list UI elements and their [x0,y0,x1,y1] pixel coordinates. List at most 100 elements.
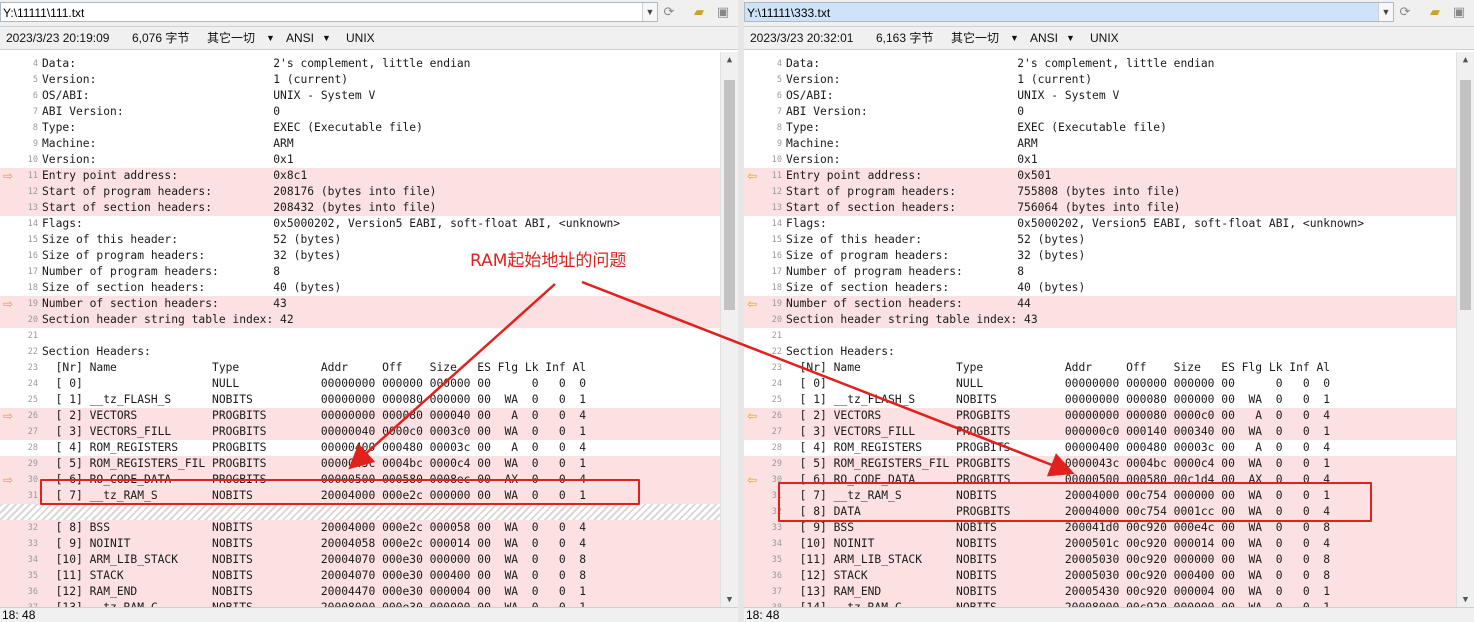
line-text: Number of section headers: 43 [42,297,287,310]
line-text: [11] ARM_LIB_STACK NOBITS 20005030 00c92… [786,553,1331,566]
right-text-area[interactable]: 4 Data: 2's complement, little endian 5 Ver… [744,52,1456,608]
diff-marker-icon[interactable]: ⇨ [3,408,13,424]
line-number: 31 [771,491,782,501]
left-path-text: Y:\11111\111.txt [3,6,85,20]
text-line: 13 Start of section headers: 208432 (byte… [0,200,720,216]
line-number: 12 [771,187,782,197]
folder-open-icon[interactable]: ▰ [688,3,710,23]
line-number: 18 [27,283,38,293]
text-line: 6 OS/ABI: UNIX - System V [0,88,720,104]
folder-open-icon[interactable]: ▰ [1424,3,1446,23]
line-text: Data: 2's complement, little endian [42,57,471,70]
scroll-down-icon[interactable]: ▼ [721,592,738,608]
chevron-down-icon[interactable]: ▼ [266,27,275,49]
line-text: [ 9] BSS NOBITS 200041d0 00c920 000e4c 0… [786,521,1331,534]
line-text: [ 3] VECTORS_FILL PROGBITS 000000c0 0001… [786,425,1331,438]
line-number: 16 [27,251,38,261]
text-line: 19 ⇦ Number of section headers: 44 [744,296,1456,312]
text-line: 26 ⇨ [ 2] VECTORS PROGBITS 00000000 00008… [0,408,720,424]
line-text: Entry point address: 0x501 [786,169,1052,182]
diff-marker-icon[interactable]: ⇦ [747,472,757,488]
line-number: 29 [771,459,782,469]
diff-marker-icon[interactable]: ⇦ [747,296,757,312]
line-number: 24 [27,379,38,389]
line-number: 14 [27,219,38,229]
text-line: 22 Section Headers: [0,344,720,360]
save-icon[interactable]: ▣ [1448,3,1470,23]
line-text: Size of this header: 52 (bytes) [42,233,342,246]
line-text: [ 0] NULL 00000000 000000 000000 00 0 0 … [42,377,587,390]
line-number: 34 [27,555,38,565]
chevron-down-icon[interactable]: ▼ [1066,27,1075,49]
save-icon[interactable]: ▣ [712,3,734,23]
text-line: 27 [ 3] VECTORS_FILL PROGBITS 000000c0 0… [744,424,1456,440]
line-number: 22 [771,347,782,357]
sync-icon[interactable]: ⟳ [1394,3,1416,23]
line-number: 14 [771,219,782,229]
line-text: OS/ABI: UNIX - System V [42,89,376,102]
line-text: Start of section headers: 208432 (bytes … [42,201,437,214]
text-line: 5 Version: 1 (current) [0,72,720,88]
left-vertical-scrollbar[interactable]: ▲ ▼ [720,52,738,608]
diff-marker-icon[interactable]: ⇨ [3,472,13,488]
line-number: 25 [771,395,782,405]
diff-marker-icon[interactable]: ⇨ [3,168,13,184]
scroll-down-icon[interactable]: ▼ [1457,592,1474,608]
right-ram-highlight-box [778,482,1372,522]
left-encoding-select[interactable]: ANSI [286,27,314,49]
text-line: 26 ⇦ [ 2] VECTORS PROGBITS 00000000 00008… [744,408,1456,424]
text-line: 20 Section header string table index: 42 [0,312,720,328]
left-eol-select[interactable]: UNIX [346,27,375,49]
right-vertical-scrollbar[interactable]: ▲ ▼ [1456,52,1474,608]
diff-marker-icon[interactable]: ⇦ [747,168,757,184]
line-number: 7 [776,107,782,117]
line-number: 20 [27,315,38,325]
text-line: 27 [ 3] VECTORS_FILL PROGBITS 00000040 0… [0,424,720,440]
text-line: 23 [Nr] Name Type Addr Off Size ES Flg L… [744,360,1456,376]
scroll-thumb[interactable] [724,80,735,310]
chevron-down-icon[interactable]: ▼ [322,27,331,49]
line-text: Size of this header: 52 (bytes) [786,233,1086,246]
line-text: ABI Version: 0 [42,105,281,118]
line-text: Section Headers: [786,345,895,358]
left-text-area[interactable]: 4 Data: 2's complement, little endian 5 Ver… [0,52,720,608]
line-text: Start of program headers: 208176 (bytes … [42,185,437,198]
line-text: Version: 0x1 [786,153,1038,166]
text-line: 24 [ 0] NULL 00000000 000000 000000 00 0… [744,376,1456,392]
right-eol-select[interactable]: UNIX [1090,27,1119,49]
diff-marker-icon[interactable]: ⇦ [747,408,757,424]
chevron-down-icon[interactable]: ▼ [1378,3,1393,21]
right-path-field[interactable]: Y:\11111\333.txt ▼ [744,2,1394,22]
text-line: 10 Version: 0x1 [0,152,720,168]
line-number: 31 [27,491,38,501]
line-text: [10] NOINIT NOBITS 2000501c 00c920 00001… [786,537,1331,550]
chevron-down-icon[interactable]: ▼ [1010,27,1019,49]
line-text: [ 1] __tz_FLASH_S NOBITS 00000000 000080… [786,393,1331,406]
diff-marker-icon[interactable]: ⇨ [3,296,13,312]
left-path-field[interactable]: Y:\11111\111.txt ▼ [0,2,658,22]
text-line: 14 Flags: 0x5000202, Version5 EABI, soft-… [744,216,1456,232]
text-line: 34 [10] NOINIT NOBITS 2000501c 00c920 00… [744,536,1456,552]
left-file-pane: Y:\11111\111.txt ▼ ⟳ ▰ ▣ 2023/3/23 20:19… [0,0,738,622]
right-file-size: 6,163 字节 [876,31,934,45]
line-text: Section header string table index: 42 [42,313,294,326]
right-encoding-select[interactable]: ANSI [1030,27,1058,49]
scroll-up-icon[interactable]: ▲ [721,52,738,68]
line-text: [ 0] NULL 00000000 000000 000000 00 0 0 … [786,377,1331,390]
line-number: 33 [771,523,782,533]
line-number: 4 [776,59,782,69]
right-file-date: 2023/3/23 20:32:01 [750,31,854,45]
line-text: Size of section headers: 40 (bytes) [786,281,1086,294]
line-number: 5 [32,75,38,85]
right-mode-select[interactable]: 其它一切 [951,27,999,49]
left-mode-select[interactable]: 其它一切 [207,27,255,49]
line-number: 22 [27,347,38,357]
text-line: 9 Machine: ARM [744,136,1456,152]
line-number: 15 [27,235,38,245]
scroll-up-icon[interactable]: ▲ [1457,52,1474,68]
sync-icon[interactable]: ⟳ [658,3,680,23]
scroll-thumb[interactable] [1460,80,1471,310]
chevron-down-icon[interactable]: ▼ [642,3,657,21]
line-text: Size of program headers: 32 (bytes) [42,249,342,262]
text-line: 35 [11] STACK NOBITS 20004070 000e30 000… [0,568,720,584]
